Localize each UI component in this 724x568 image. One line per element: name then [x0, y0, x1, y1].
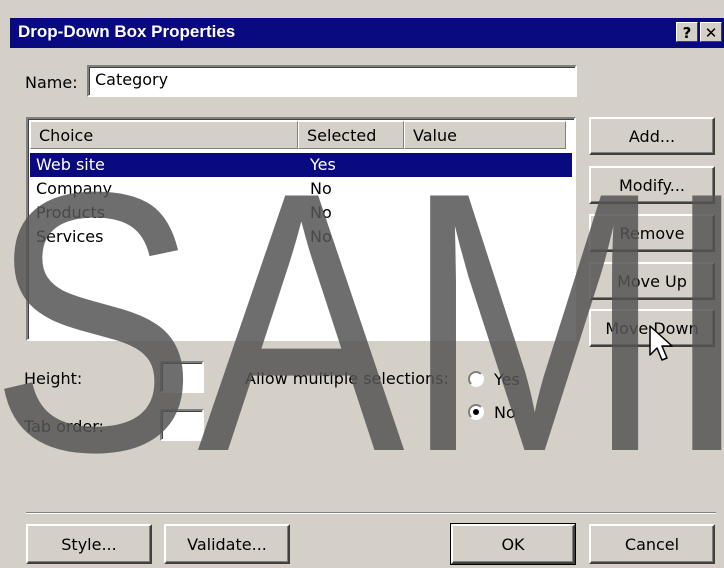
- choice-text: Products: [36, 203, 106, 222]
- name-input[interactable]: Category: [87, 65, 577, 97]
- radio-no[interactable]: No: [468, 403, 528, 424]
- choice-selected: No: [310, 179, 332, 198]
- choice-selected: No: [310, 203, 332, 222]
- tab-order-label: Tab order:: [24, 417, 104, 436]
- tab-order-input[interactable]: [160, 409, 204, 441]
- window-title: Drop-Down Box Properties: [18, 22, 236, 41]
- style-button[interactable]: Style...: [26, 524, 152, 564]
- choice-row-web-site[interactable]: Web site Yes: [30, 153, 572, 177]
- name-label: Name:: [25, 73, 78, 92]
- mouse-pointer-icon: [649, 325, 673, 361]
- multiple-selections-label: Allow multiple selections:: [245, 369, 449, 388]
- choice-text: Company: [36, 179, 113, 198]
- radio-yes[interactable]: Yes: [468, 370, 528, 391]
- choice-row-products[interactable]: Products No: [30, 201, 572, 225]
- radio-no-label: No: [494, 403, 516, 422]
- add-button[interactable]: Add...: [589, 117, 715, 155]
- height-label: Height:: [24, 369, 83, 388]
- height-input[interactable]: [160, 361, 204, 393]
- choice-selected: No: [310, 227, 332, 246]
- move-up-button[interactable]: Move Up: [589, 262, 715, 300]
- choice-selected: Yes: [310, 155, 336, 174]
- modify-button[interactable]: Modify...: [589, 166, 715, 204]
- column-header-choice[interactable]: Choice: [30, 121, 298, 149]
- close-button[interactable]: ✕: [700, 22, 722, 42]
- choice-row-services[interactable]: Services No: [30, 225, 572, 249]
- remove-button[interactable]: Remove: [589, 214, 715, 252]
- radio-yes-label: Yes: [494, 370, 520, 389]
- radio-yes-circle[interactable]: [468, 371, 484, 387]
- validate-button[interactable]: Validate...: [164, 524, 290, 564]
- choice-text: Services: [36, 227, 104, 246]
- separator: [26, 512, 716, 514]
- radio-selected-dot: [473, 409, 479, 415]
- choice-row-company[interactable]: Company No: [30, 177, 572, 201]
- help-button[interactable]: ?: [676, 22, 698, 42]
- column-header-value[interactable]: Value: [404, 121, 566, 149]
- choice-text: Web site: [36, 155, 105, 174]
- cancel-button[interactable]: Cancel: [589, 524, 715, 564]
- title-bar[interactable]: Drop-Down Box Properties ? ✕: [10, 18, 724, 48]
- choices-list[interactable]: Choice Selected Value Web site Yes Compa…: [26, 117, 576, 341]
- column-header-selected[interactable]: Selected: [298, 121, 404, 149]
- ok-button[interactable]: OK: [450, 523, 576, 565]
- radio-no-circle[interactable]: [468, 404, 484, 420]
